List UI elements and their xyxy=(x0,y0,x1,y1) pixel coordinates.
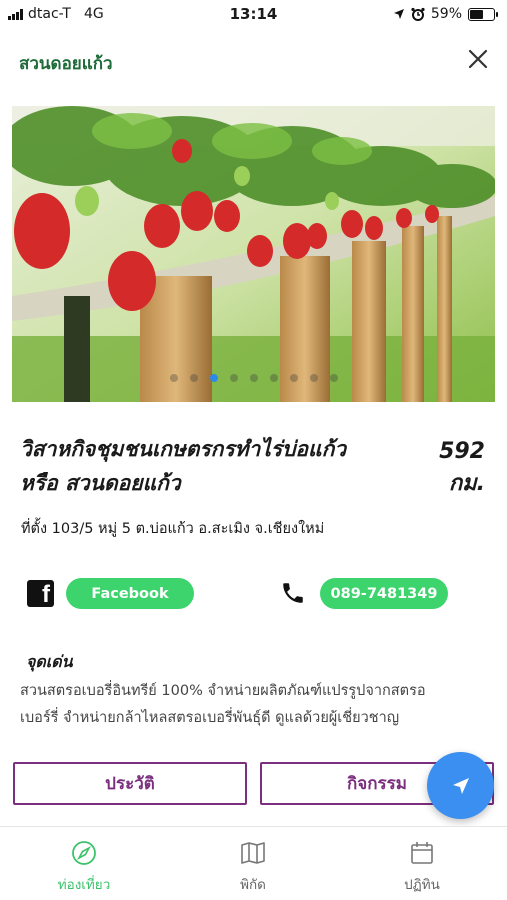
carousel-dot[interactable] xyxy=(169,374,178,382)
tab-calendar-label: ปฏิทิน xyxy=(404,877,440,893)
facebook-icon: f xyxy=(27,580,54,608)
close-icon xyxy=(468,49,488,69)
place-title-line2: หรือ สวนดอยแก้ว xyxy=(20,471,181,495)
highlights-text: สวนสตรอเบอรี่อินทรีย์ 100% จำหน่ายผลิตภั… xyxy=(20,678,490,732)
distance-value: 592 xyxy=(439,439,485,464)
location-arrow-icon xyxy=(393,9,404,19)
facebook-button[interactable]: Facebook xyxy=(66,578,194,609)
header: สวนดอยแก้ว xyxy=(0,38,507,82)
place-title-line1: วิสาหกิจชุมชนเกษตรกรทำไร่บ่อแก้ว xyxy=(20,437,347,461)
tab-travel-label: ท่องเที่ยว xyxy=(57,877,111,893)
strawberry-farm-photo xyxy=(12,106,495,402)
carousel-dot[interactable] xyxy=(329,374,338,382)
map-icon xyxy=(241,842,265,864)
phone-button[interactable]: 089-7481349 xyxy=(320,578,448,609)
page-title: สวนดอยแก้ว xyxy=(19,54,113,74)
carousel-dot[interactable] xyxy=(249,374,258,382)
tab-calendar[interactable]: ปฏิทิน xyxy=(362,839,482,895)
carousel-dot[interactable] xyxy=(309,374,318,382)
alarm-icon xyxy=(411,7,425,21)
carousel-dot[interactable] xyxy=(269,374,278,382)
carousel-dot[interactable] xyxy=(289,374,298,382)
compass-icon xyxy=(72,841,96,865)
bottom-tab-bar: ท่องเที่ยว พิกัด ปฏิทิน xyxy=(0,826,507,900)
battery-icon xyxy=(468,7,498,21)
battery-percent: 59% xyxy=(430,6,462,22)
carousel-dot[interactable] xyxy=(209,374,218,382)
carousel-dot[interactable] xyxy=(229,374,238,382)
tab-travel[interactable]: ท่องเที่ยว xyxy=(24,839,144,895)
carousel-dot[interactable] xyxy=(189,374,198,382)
calendar-icon xyxy=(411,842,433,864)
address: ที่ตั้ง 103/5 หมู่ 5 ต.บ่อแก้ว อ.สะเมิง … xyxy=(21,521,325,537)
phone-icon xyxy=(283,583,303,603)
highlights-text-line1: สวนสตรอเบอรี่อินทรีย์ 100% จำหน่ายผลิตภั… xyxy=(20,683,426,699)
tab-location-label: พิกัด xyxy=(240,877,266,893)
tab-location[interactable]: พิกัด xyxy=(193,839,313,895)
highlights-heading: จุดเด่น xyxy=(26,652,73,671)
place-title: วิสาหกิจชุมชนเกษตรกรทำไร่บ่อแก้ว หรือ สว… xyxy=(20,432,400,500)
navigate-fab[interactable] xyxy=(427,752,494,819)
history-button[interactable]: ประวัติ xyxy=(13,762,247,805)
highlights-text-line2: เบอร์รี่ จำหน่ายกล้าไหลสตรอเบอรี่พันธุ์ด… xyxy=(20,710,400,726)
distance-unit: กม. xyxy=(448,471,485,496)
navigation-arrow-icon xyxy=(452,777,469,794)
carousel-pagination[interactable] xyxy=(12,374,495,382)
close-button[interactable] xyxy=(463,44,493,74)
status-bar: dtac-T 4G 13:14 59% xyxy=(0,0,507,30)
photo-carousel[interactable] xyxy=(12,106,495,402)
distance: 592 กม. xyxy=(415,436,485,500)
